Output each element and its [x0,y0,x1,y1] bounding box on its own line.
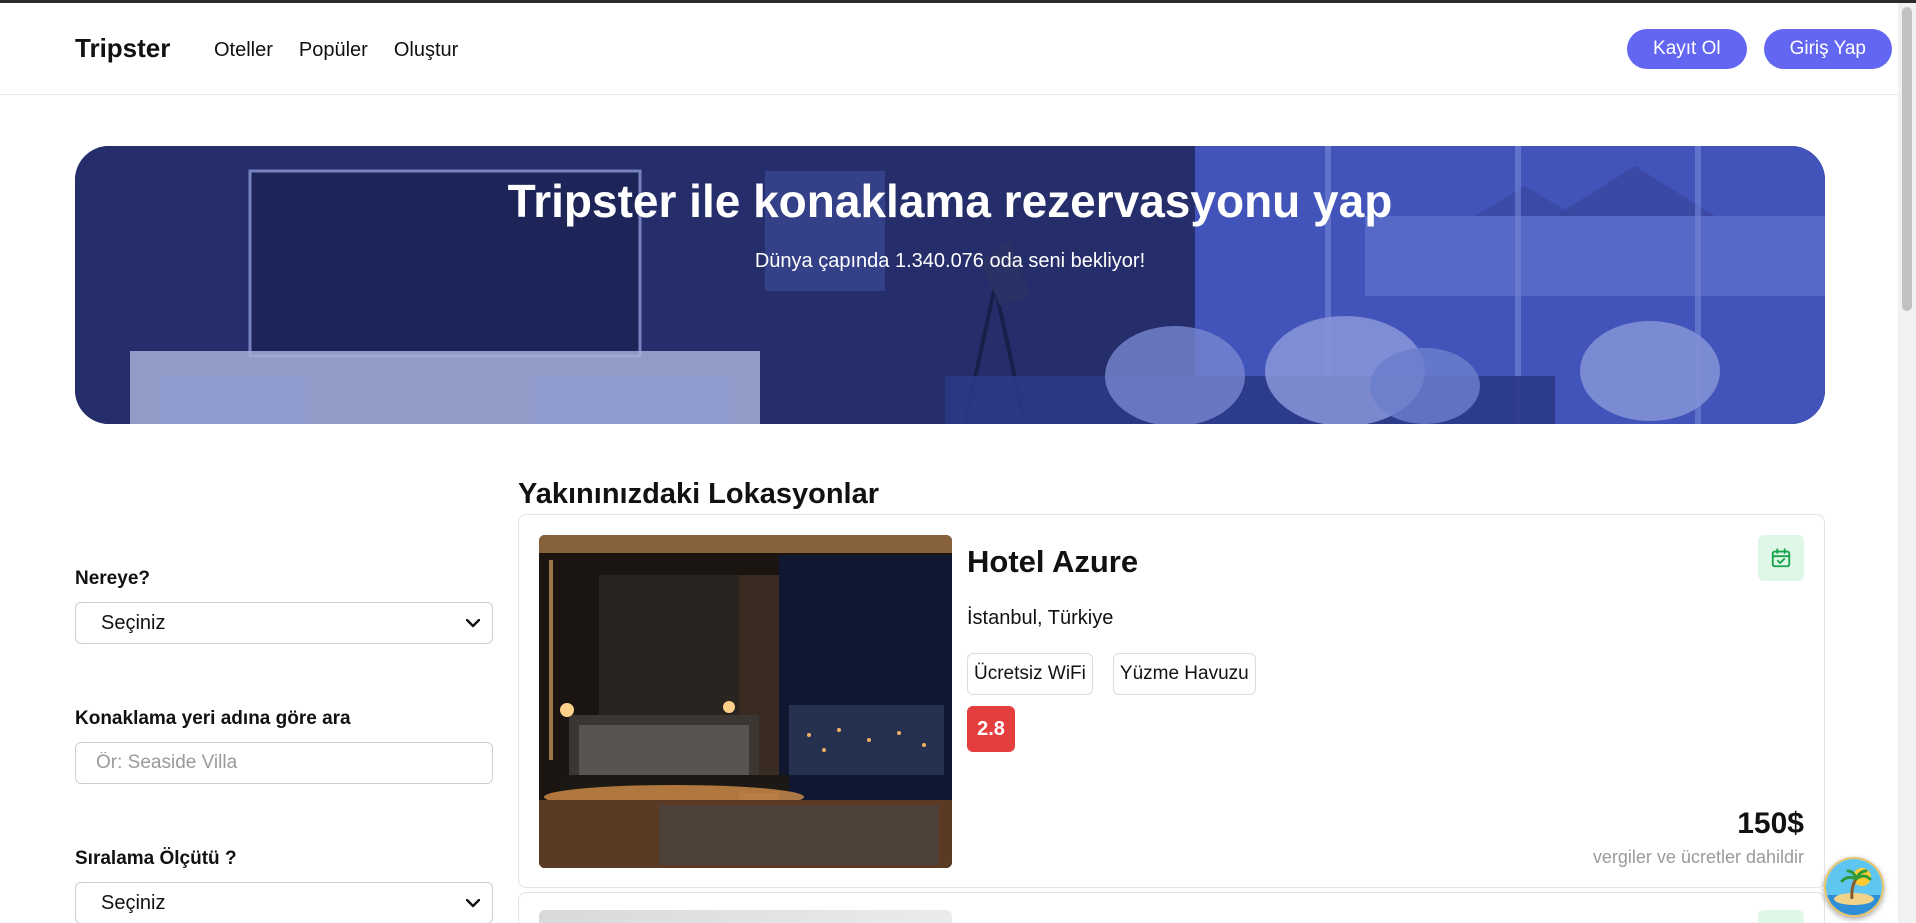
nav-link-create[interactable]: Oluştur [394,39,458,62]
name-search-label: Konaklama yeri adına göre ara [75,708,351,729]
hotel-image-partial[interactable] [539,910,952,923]
page-scrollbar[interactable] [1898,3,1916,923]
chevron-down-icon [466,618,480,627]
nav-links: Oteller Popüler Oluştur [214,39,458,62]
brand-logo[interactable]: Tripster [75,33,170,64]
destination-label: Nereye? [75,568,150,589]
sort-label: Sıralama Ölçütü ? [75,848,237,869]
island-chat-icon [1826,859,1882,915]
hotel-price: 150$ [1737,807,1804,840]
calendar-check-icon [1771,548,1791,568]
login-button[interactable]: Giriş Yap [1763,29,1892,69]
price-note: vergiler ve ücretler dahildir [1592,847,1804,867]
chevron-down-icon [466,898,480,907]
amenity-tags: Ücretsiz WiFi Yüzme Havuzu [967,653,1256,695]
book-date-button[interactable] [1758,535,1804,581]
hotel-card-partial[interactable] [518,892,1825,923]
amenity-tag-pool: Yüzme Havuzu [1112,653,1256,695]
destination-select-value: Seçiniz [101,611,166,634]
name-search-input[interactable] [75,742,493,784]
amenity-tag-wifi: Ücretsiz WiFi [967,653,1093,695]
hotel-name[interactable]: Hotel Azure [967,544,1138,580]
register-button[interactable]: Kayıt Ol [1627,29,1747,69]
sort-select-value: Seçiniz [101,891,166,914]
navbar: Tripster Oteller Popüler Oluştur Kayıt O… [0,3,1898,95]
sort-select[interactable]: Seçiniz [75,882,493,923]
hotel-image[interactable] [539,535,952,868]
destination-filter: Nereye? Seçiniz [75,568,493,644]
hotel-bedroom-image [539,535,952,868]
hotel-location: İstanbul, Türkiye [967,607,1114,629]
destination-select[interactable]: Seçiniz [75,602,493,644]
book-date-button-partial[interactable] [1758,910,1804,923]
hero-subtitle: Dünya çapında 1.340.076 oda seni bekliyo… [754,250,1146,272]
nav-link-hotels[interactable]: Oteller [214,39,273,62]
hero-banner: Tripster ile konaklama rezervasyonu yap … [75,146,1825,424]
hero-title: Tripster ile konaklama rezervasyonu yap [507,175,1393,227]
nav-actions: Kayıt Ol Giriş Yap [1627,29,1892,69]
filter-sidebar: Nereye? Seçiniz Konaklama yeri adına gör… [75,568,493,923]
hotel-card[interactable]: Hotel Azure İstanbul, Türkiye Ücretsiz W… [518,514,1825,888]
chat-widget-button[interactable] [1824,857,1884,917]
rating-badge: 2.8 [967,706,1015,752]
sort-filter: Sıralama Ölçütü ? Seçiniz [75,848,493,923]
nav-link-popular[interactable]: Popüler [299,39,368,62]
name-search-filter: Konaklama yeri adına göre ara [75,708,493,784]
scrollbar-thumb[interactable] [1902,7,1912,311]
nearby-locations-title: Yakınınızdaki Lokasyonlar [518,478,880,510]
